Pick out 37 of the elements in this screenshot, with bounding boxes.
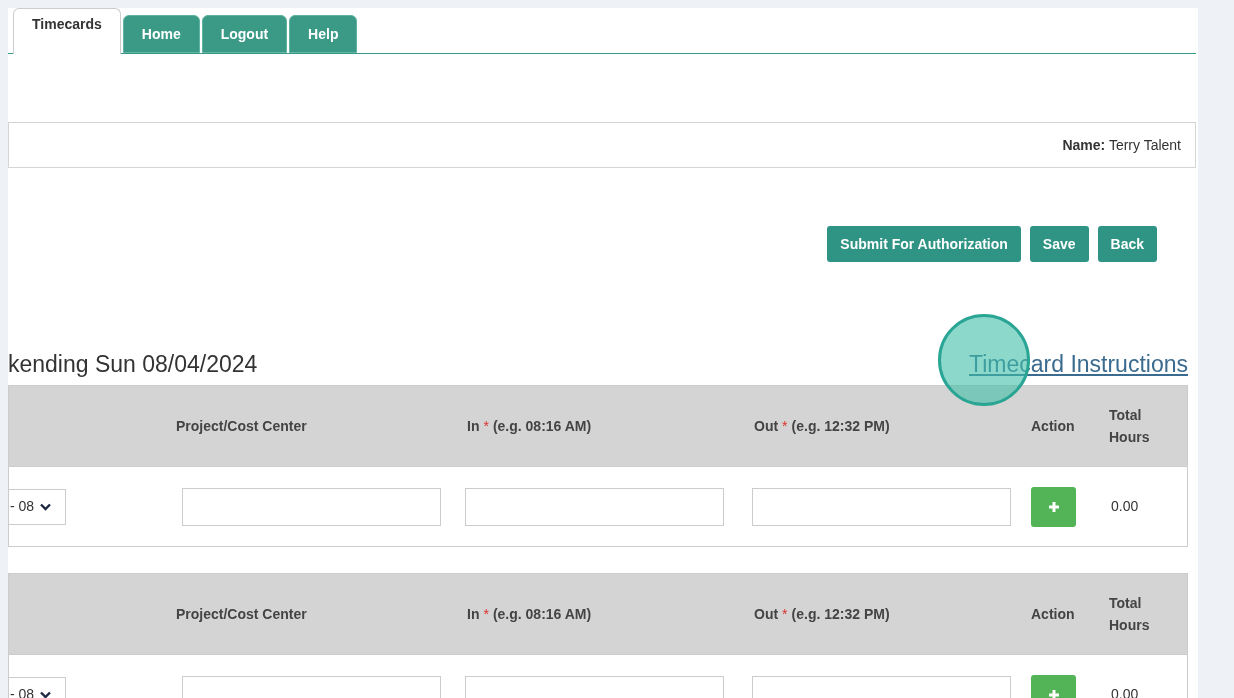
column-header: Total Hours — [1109, 406, 1151, 447]
column-header: In — [467, 605, 480, 622]
column-hint: (e.g. 12:32 PM) — [791, 417, 890, 434]
time-input-field[interactable] — [752, 487, 1011, 526]
column-hint: (e.g. 08:16 AM) — [492, 417, 592, 434]
week-heading: kending Sun 08/04/2024 — [8, 353, 258, 376]
add-button[interactable] — [1031, 486, 1076, 527]
action-button[interactable]: Submit For Authorization — [827, 226, 1021, 262]
day-select[interactable]: - 08 — [9, 488, 66, 525]
chevron-down-icon — [40, 690, 52, 698]
action-button[interactable]: Back — [1097, 226, 1157, 262]
column-header: Out — [754, 417, 779, 434]
column-header: Action — [1031, 417, 1075, 434]
required-mark: * — [782, 605, 788, 622]
time-input-field[interactable] — [465, 487, 724, 526]
plus-icon — [1047, 500, 1060, 513]
column-header: Action — [1031, 605, 1075, 622]
required-mark: * — [483, 605, 489, 622]
nav-tab[interactable]: Help — [289, 15, 358, 53]
nav-tab[interactable]: Timecards — [13, 8, 121, 54]
nav-tab[interactable]: Home — [122, 15, 200, 53]
column-hint: (e.g. 08:16 AM) — [492, 605, 592, 622]
required-mark: * — [483, 417, 489, 434]
plus-icon — [1047, 688, 1060, 698]
nav-tab[interactable]: Logout — [201, 15, 288, 53]
column-header: Project/Cost Center — [176, 605, 307, 622]
required-mark: * — [782, 417, 788, 434]
employee-name: Name: Terry Talent — [1062, 135, 1181, 155]
action-button[interactable]: Save — [1029, 226, 1089, 262]
column-header: Out — [754, 605, 779, 622]
column-header: In — [467, 417, 480, 434]
total-hours: 0.00 — [1111, 498, 1139, 514]
time-input-field[interactable] — [182, 487, 441, 526]
column-hint: (e.g. 12:32 PM) — [791, 605, 890, 622]
column-header: Project/Cost Center — [176, 417, 307, 434]
chevron-down-icon — [40, 502, 52, 511]
column-header: Total Hours — [1109, 594, 1151, 635]
